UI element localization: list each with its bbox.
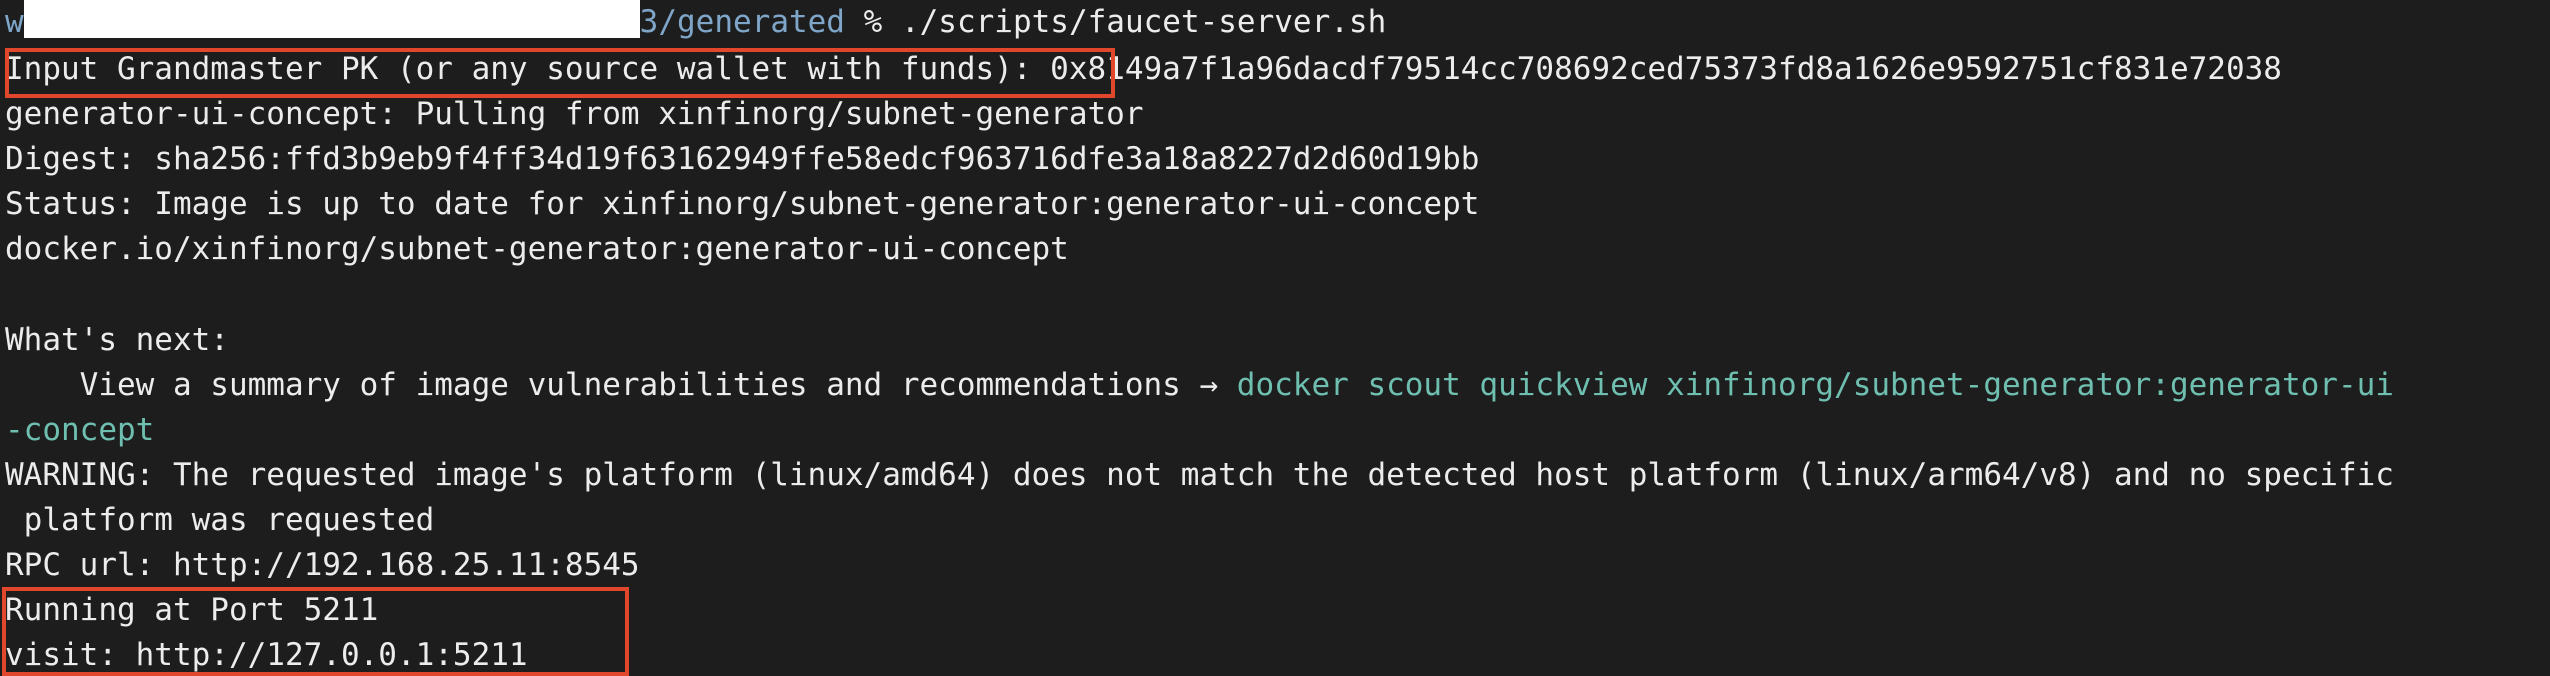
pull-line: generator-ui-concept: Pulling from xinfi… — [5, 96, 1144, 132]
docker-scout-command-continued[interactable]: -concept — [5, 408, 154, 453]
warning-line-continued: platform was requested — [5, 502, 435, 538]
prompt-line: w 3/generated % ./scripts/faucet-server.s… — [5, 0, 1386, 45]
prompt-symbol: % — [844, 4, 901, 40]
running-port-line: Running at Port 5211 — [5, 592, 379, 628]
input-private-key-value: 0x8149a7f1a96dacdf79514cc708692ced75373f… — [1031, 51, 2282, 87]
view-summary-line: View a summary of image vulnerabilities … — [5, 363, 2394, 408]
status-line: Status: Image is up to date for xinfinor… — [5, 186, 1480, 222]
visit-url-line: visit: http://127.0.0.1:5211 — [5, 637, 528, 673]
prompt-user: w — [5, 4, 24, 40]
input-prompt-text: Input Grandmaster PK (or any source wall… — [5, 51, 1032, 87]
redacted-path-block — [23, 0, 640, 38]
input-line: Input Grandmaster PK (or any source wall… — [5, 47, 2282, 92]
warning-line: WARNING: The requested image's platform … — [5, 457, 2394, 493]
image-ref-line: docker.io/xinfinorg/subnet-generator:gen… — [5, 231, 1069, 267]
prompt-command: ./scripts/faucet-server.sh — [900, 4, 1387, 40]
digest-line: Digest: sha256:ffd3b9eb9f4ff34d19f631629… — [5, 141, 1480, 177]
terminal-window[interactable]: w 3/generated % ./scripts/faucet-server.s… — [0, 0, 2550, 676]
view-summary-text: View a summary of image vulnerabilities … — [5, 367, 1237, 403]
docker-scout-command[interactable]: docker scout quickview xinfinorg/subnet-… — [1237, 367, 2394, 403]
rpc-url-line: RPC url: http://192.168.25.11:8545 — [5, 547, 640, 583]
prompt-path: 3/generated — [639, 4, 845, 40]
whats-next-heading: What's next: — [5, 322, 229, 358]
